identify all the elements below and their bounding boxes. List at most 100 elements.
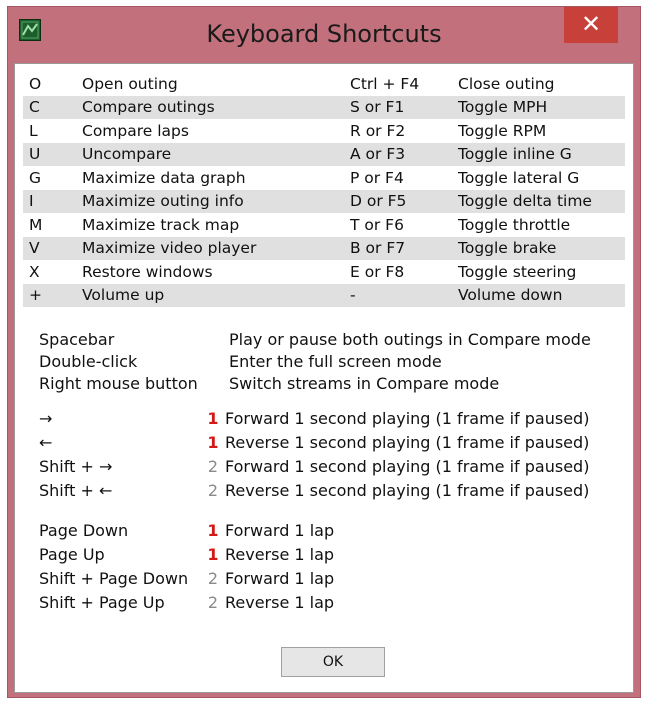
shortcut-row: X Restore windows E or F8 Toggle steering (23, 260, 625, 284)
title-bar[interactable]: Keyboard Shortcuts ✕ (8, 7, 640, 63)
numbered-one-icon: 1 (207, 409, 219, 428)
shortcut-key: T or F6 (350, 215, 404, 234)
mouse-shortcut-row: Double-click Enter the full screen mode (39, 351, 591, 373)
mouse-shortcut-list: Spacebar Play or pause both outings in Co… (39, 329, 591, 395)
shortcut-description: Forward 1 lap (225, 521, 335, 540)
shortcut-key: → (39, 409, 53, 428)
shortcut-action: Compare laps (82, 121, 189, 140)
dialog-window: Keyboard Shortcuts ✕ O Open outing Ctrl + … (7, 6, 641, 698)
shortcut-key: Page Down (39, 521, 129, 540)
shortcut-action: Open outing (82, 74, 178, 93)
nav-shortcut-row: Shift + ← 2 Reverse 1 second playing (1 fr… (39, 479, 589, 503)
shortcut-action: Volume up (82, 283, 350, 307)
shortcut-description: Reverse 1 lap (225, 593, 335, 612)
shortcut-action: Maximize data graph (82, 168, 246, 187)
shortcut-key: S or F1 (350, 95, 458, 119)
shortcut-key: Shift + Page Down (39, 569, 189, 588)
shortcut-key: Spacebar (39, 330, 115, 349)
numbered-one-icon: 1 (207, 521, 219, 540)
shortcut-key: Double-click (39, 352, 138, 371)
shortcut-key: B or F7 (350, 236, 458, 260)
shortcut-action: Toggle throttle (458, 215, 571, 234)
shortcut-action: Maximize video player (82, 236, 350, 260)
numbered-two-icon: 2 (207, 569, 219, 588)
shortcut-key: Ctrl + F4 (350, 74, 420, 93)
shortcut-key: L (29, 121, 38, 140)
mouse-shortcut-row: Right mouse button Switch streams in Comp… (39, 373, 591, 395)
numbered-one-icon: 1 (207, 545, 219, 564)
numbered-two-icon: 2 (207, 593, 219, 612)
shortcut-key: + (23, 283, 82, 307)
shortcut-key: M (29, 215, 43, 234)
lap-shortcut-list: Page Down 1 Forward 1 lap Page Up 1 Reverse 1… (39, 519, 334, 615)
shortcut-key: - (350, 283, 458, 307)
shortcut-action: Toggle steering (458, 262, 577, 281)
nav-shortcut-row: Shift + Page Up 2 Reverse 1 lap (39, 591, 334, 615)
ok-button[interactable]: OK (281, 647, 385, 677)
shortcut-key: Right mouse button (39, 374, 198, 393)
shortcut-key: Page Up (39, 545, 105, 564)
shortcut-row: L Compare laps R or F2 Toggle RPM (23, 119, 625, 143)
shortcut-action: Toggle MPH (458, 95, 625, 119)
shortcut-action: Maximize track map (82, 215, 240, 234)
numbered-two-icon: 2 (207, 481, 219, 500)
dialog-content: O Open outing Ctrl + F4 Close outing C Compar… (14, 63, 634, 693)
shortcut-row: O Open outing Ctrl + F4 Close outing (23, 72, 625, 96)
seek-shortcut-list: → 1 Forward 1 second playing (1 frame if p… (39, 407, 589, 503)
close-button[interactable]: ✕ (564, 7, 618, 43)
mouse-shortcut-row: Spacebar Play or pause both outings in Co… (39, 329, 591, 351)
nav-shortcut-row: Shift + Page Down 2 Forward 1 lap (39, 567, 334, 591)
shortcut-key: O (29, 74, 42, 93)
nav-shortcut-row: → 1 Forward 1 second playing (1 frame if p… (39, 407, 589, 431)
nav-shortcut-row: ← 1 Reverse 1 second playing (1 frame if p… (39, 431, 589, 455)
shortcut-key: Shift + → (39, 457, 113, 476)
nav-shortcut-row: Page Up 1 Reverse 1 lap (39, 543, 334, 567)
shortcut-action: Toggle inline G (458, 142, 625, 166)
shortcut-description: Forward 1 second playing (1 frame if pau… (225, 409, 590, 428)
shortcut-row: U Uncompare A or F3 Toggle inline G (23, 142, 625, 166)
shortcut-description: Play or pause both outings in Compare mo… (229, 330, 591, 349)
shortcut-action: Restore windows (82, 262, 213, 281)
shortcut-row: + Volume up - Volume down (23, 283, 625, 307)
shortcut-description: Forward 1 second playing (1 frame if pau… (225, 457, 590, 476)
shortcut-action: Maximize outing info (82, 189, 350, 213)
shortcut-action: Toggle delta time (458, 189, 625, 213)
shortcut-key: G (29, 168, 42, 187)
shortcut-key: D or F5 (350, 189, 458, 213)
shortcut-description: Reverse 1 second playing (1 frame if pau… (225, 481, 590, 500)
shortcut-row: M Maximize track map T or F6 Toggle throttl… (23, 213, 625, 237)
shortcut-row: G Maximize data graph P or F4 Toggle latera… (23, 166, 625, 190)
shortcut-action: Toggle lateral G (458, 168, 580, 187)
shortcut-action: Toggle brake (458, 236, 625, 260)
shortcut-key: V (23, 236, 82, 260)
shortcut-action: Uncompare (82, 142, 350, 166)
shortcut-action: Close outing (458, 74, 555, 93)
shortcut-key: E or F8 (350, 262, 405, 281)
numbered-two-icon: 2 (207, 457, 219, 476)
shortcut-key: U (23, 142, 82, 166)
shortcut-description: Reverse 1 second playing (1 frame if pau… (225, 433, 590, 452)
shortcut-key: Shift + ← (39, 481, 113, 500)
shortcut-description: Enter the full screen mode (229, 352, 442, 371)
shortcut-row: I Maximize outing info D or F5 Toggle delta… (23, 189, 625, 213)
window-title: Keyboard Shortcuts (206, 20, 442, 48)
close-icon: ✕ (580, 10, 602, 38)
shortcut-row: V Maximize video player B or F7 Toggle brak… (23, 236, 625, 260)
shortcut-key: X (29, 262, 40, 281)
shortcut-row: C Compare outings S or F1 Toggle MPH (23, 95, 625, 119)
shortcut-description: Switch streams in Compare mode (229, 374, 500, 393)
shortcut-key: C (23, 95, 82, 119)
shortcut-key: A or F3 (350, 142, 458, 166)
shortcut-key: R or F2 (350, 121, 406, 140)
shortcut-key: P or F4 (350, 168, 404, 187)
shortcut-action: Compare outings (82, 95, 350, 119)
shortcut-table: O Open outing Ctrl + F4 Close outing C Compar… (23, 72, 625, 307)
nav-shortcut-row: Page Down 1 Forward 1 lap (39, 519, 334, 543)
shortcut-action: Toggle RPM (458, 121, 547, 140)
shortcut-description: Reverse 1 lap (225, 545, 335, 564)
shortcut-action: Volume down (458, 283, 625, 307)
shortcut-key: ← (39, 433, 53, 452)
nav-shortcut-row: Shift + → 2 Forward 1 second playing (1 fr… (39, 455, 589, 479)
shortcut-key: Shift + Page Up (39, 593, 165, 612)
shortcut-description: Forward 1 lap (225, 569, 335, 588)
